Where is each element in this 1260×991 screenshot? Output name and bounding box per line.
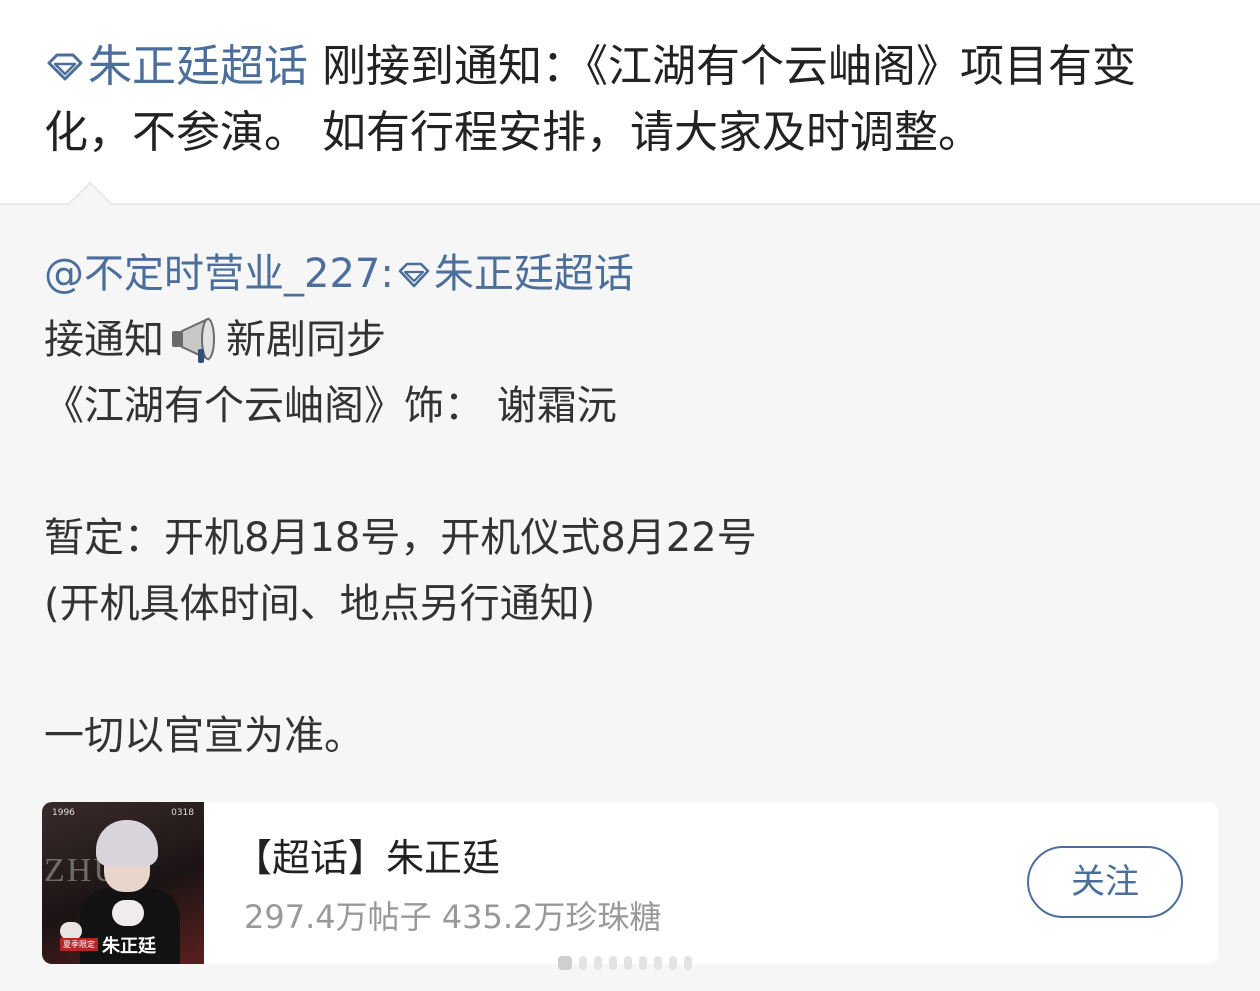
post-line-1: 朱正廷超话 刚接到通知：《江湖有个云岫阁》项目有变 bbox=[44, 34, 1224, 100]
megaphone-icon bbox=[172, 317, 215, 363]
supertopic-card[interactable]: 1996 0318 ZHU 夏季限定 朱正廷 【超话】朱正廷 297.4万帖子 … bbox=[42, 802, 1218, 964]
repost-topic-label[interactable]: 朱正廷超话 bbox=[434, 251, 634, 297]
indicator-dot bbox=[579, 956, 587, 970]
indicator-dot bbox=[654, 956, 662, 970]
post-text: 朱正廷超话 刚接到通知：《江湖有个云岫阁》项目有变 化，不参演。 如有行程安排，… bbox=[44, 34, 1224, 166]
indicator-dot bbox=[684, 956, 692, 970]
repost-line-4: (开机具体时间、地点另行通知) bbox=[44, 581, 596, 627]
thumb-flower bbox=[112, 900, 144, 926]
repost-line-2: 《江湖有个云岫阁》饰： 谢霜沅 bbox=[44, 383, 617, 429]
repost-notch bbox=[67, 181, 113, 227]
post-text-part1: 刚接到通知：《江湖有个云岫阁》项目有变 bbox=[308, 41, 1136, 92]
topic-link-label[interactable]: 朱正廷超话 bbox=[88, 41, 308, 92]
repost-author-link[interactable]: @不定时营业_227: bbox=[44, 251, 394, 297]
supertopic-thumbnail: 1996 0318 ZHU 夏季限定 朱正廷 bbox=[42, 802, 204, 964]
repost-text: @不定时营业_227: 朱正廷超话 接通知 新剧同步 《江湖有个云岫阁》饰： 谢霜… bbox=[44, 241, 1224, 769]
repost-line-1-b: 新剧同步 bbox=[226, 317, 386, 363]
thumb-number-right: 0318 bbox=[171, 808, 194, 818]
repost-line-5: 一切以官宣为准。 bbox=[44, 713, 364, 759]
thumb-figure-hair bbox=[96, 820, 158, 866]
diamond-icon bbox=[47, 53, 83, 81]
repost-header-line: @不定时营业_227: 朱正廷超话 bbox=[44, 241, 1224, 307]
thumb-number-left: 1996 bbox=[52, 808, 75, 818]
weibo-post-screen: 朱正廷超话 刚接到通知：《江湖有个云岫阁》项目有变 化，不参演。 如有行程安排，… bbox=[0, 0, 1260, 991]
post-line-2: 化，不参演。 如有行程安排，请大家及时调整。 bbox=[44, 107, 982, 158]
indicator-dot bbox=[609, 956, 617, 970]
indicator-dot bbox=[558, 956, 572, 970]
repost-line-1-a: 接通知 bbox=[44, 317, 164, 363]
thumb-tag: 夏季限定 bbox=[60, 938, 98, 951]
diamond-icon bbox=[398, 262, 430, 288]
repost-line-1: 接通知 新剧同步 bbox=[44, 307, 1224, 373]
supertopic-stats: 297.4万帖子 435.2万珍珠糖 bbox=[244, 898, 662, 936]
indicator-dot bbox=[639, 956, 647, 970]
page-indicator bbox=[558, 956, 692, 970]
indicator-dot bbox=[594, 956, 602, 970]
repost-line-3: 暂定：开机8月18号，开机仪式8月22号 bbox=[44, 515, 757, 561]
supertopic-title: 【超话】朱正廷 bbox=[234, 836, 501, 880]
repost-topic-link[interactable]: 朱正廷超话 bbox=[394, 251, 634, 297]
thumb-name: 朱正廷 bbox=[102, 936, 156, 957]
repost-container[interactable]: @不定时营业_227: 朱正廷超话 接通知 新剧同步 《江湖有个云岫阁》饰： 谢霜… bbox=[0, 181, 1260, 991]
indicator-dot bbox=[669, 956, 677, 970]
follow-button[interactable]: 关注 bbox=[1027, 846, 1183, 918]
indicator-dot bbox=[624, 956, 632, 970]
topic-link[interactable]: 朱正廷超话 bbox=[44, 41, 308, 92]
